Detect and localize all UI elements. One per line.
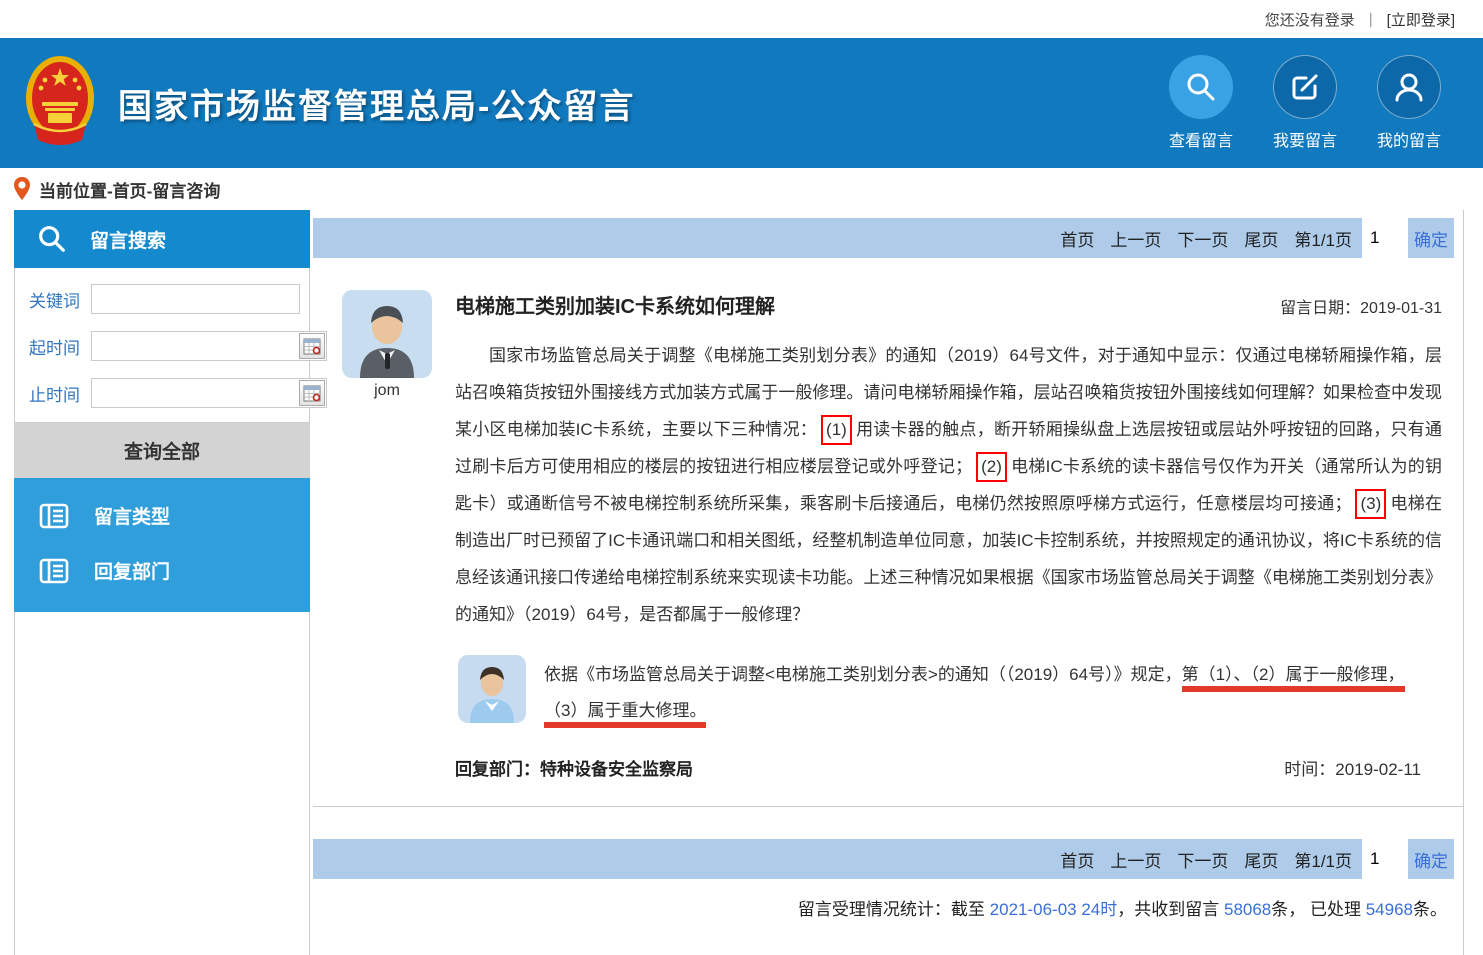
user-icon[interactable] <box>1377 55 1441 119</box>
text-segment: 条。 <box>1413 900 1447 919</box>
stat-value: 2021-06-03 24时 <box>990 900 1118 919</box>
author-column: jom <box>342 290 432 780</box>
page-number-input[interactable] <box>1362 839 1408 879</box>
confirm-page-button[interactable]: 确定 <box>1408 218 1454 258</box>
first-page-link[interactable]: 首页 <box>1060 847 1094 872</box>
last-page-link[interactable]: 尾页 <box>1244 847 1278 872</box>
sidebar-item-message-type[interactable]: 留言类型 <box>14 488 310 543</box>
search-icon[interactable] <box>1169 55 1233 119</box>
location-pin-icon <box>13 176 31 202</box>
site-header: 国家市场监督管理总局-公众留言 查看留言 我要留言 <box>0 38 1483 168</box>
prev-page-link[interactable]: 上一页 <box>1110 847 1161 872</box>
page-info: 第1/1页 <box>1294 847 1352 872</box>
topbar: 您还没有登录 | [立即登录] <box>0 0 1483 38</box>
reply-avatar <box>458 655 526 723</box>
start-time-row: 起时间 <box>29 331 295 361</box>
text-segment: 条， 已处理 <box>1271 900 1365 919</box>
pagination-bottom: 首页 上一页 下一页 尾页 第1/1页 确定 <box>313 839 1454 879</box>
write-icon[interactable] <box>1273 55 1337 119</box>
nav-label[interactable]: 我的留言 <box>1377 127 1441 151</box>
reply-meta-row: 回复部门：特种设备安全监察局 时间：2019-02-11 <box>455 755 1421 780</box>
pagination-links: 首页 上一页 下一页 尾页 第1/1页 <box>313 839 1362 879</box>
search-form: 关键词 起时间 <box>14 268 310 423</box>
pagination-links: 首页 上一页 下一页 尾页 第1/1页 <box>313 218 1362 258</box>
end-time-input[interactable] <box>92 380 299 406</box>
sidebar-menu: 留言类型 回复部门 <box>14 478 310 612</box>
page-title: 国家市场监督管理总局-公众留言 <box>118 79 635 128</box>
start-time-input-wrap <box>91 331 327 361</box>
confirm-page-button[interactable]: 确定 <box>1408 839 1454 879</box>
start-time-input[interactable] <box>92 333 299 359</box>
red-box-marker: (3) <box>1355 489 1386 519</box>
header-nav: 查看留言 我要留言 我的留言 <box>1169 55 1483 151</box>
keyword-input-wrap <box>91 284 300 314</box>
stats-line: 留言受理情况统计：截至 2021-06-03 24时，共收到留言 58068条，… <box>313 895 1463 920</box>
keyword-row: 关键词 <box>29 284 295 314</box>
sidebar-search-header: 留言搜索 <box>14 210 310 268</box>
end-time-row: 止时间 <box>29 378 295 408</box>
list-icon <box>38 500 70 532</box>
page-info: 第1/1页 <box>1294 226 1352 251</box>
next-page-link[interactable]: 下一页 <box>1177 847 1228 872</box>
message-date: 留言日期：2019-01-31 <box>1280 294 1442 318</box>
reply-dept: 回复部门：特种设备安全监察局 <box>455 755 693 780</box>
red-box-marker: (1) <box>821 415 852 445</box>
breadcrumb-text: 当前位置-首页-留言咨询 <box>39 177 220 202</box>
nav-post-message[interactable]: 我要留言 <box>1273 55 1337 151</box>
page-number-input[interactable] <box>1362 218 1408 258</box>
text-segment: ，共收到留言 <box>1117 900 1224 919</box>
start-time-label: 起时间 <box>29 334 91 359</box>
message-title: 电梯施工类别加装IC卡系统如何理解 <box>455 290 775 319</box>
login-status-text: 您还没有登录 <box>1265 9 1355 30</box>
topbar-divider: | <box>1369 11 1373 28</box>
search-icon <box>36 223 68 255</box>
text-segment: 电梯在制造出厂时已预留了IC卡通讯端口和相关图纸，经整机制造单位同意，加装IC卡… <box>455 494 1442 624</box>
nav-my-messages[interactable]: 我的留言 <box>1377 55 1441 151</box>
nav-label[interactable]: 我要留言 <box>1273 127 1337 151</box>
main-panel: 首页 上一页 下一页 尾页 第1/1页 确定 <box>313 210 1464 955</box>
sidebar-item-reply-dept[interactable]: 回复部门 <box>14 543 310 598</box>
breadcrumb: 当前位置-首页-留言咨询 <box>0 168 1483 210</box>
login-link[interactable]: [立即登录] <box>1387 9 1455 30</box>
reply-text: 依据《市场监管总局关于调整<电梯施工类别划分表>的通知（（2019）64号）》规… <box>544 655 1412 729</box>
end-time-label: 止时间 <box>29 381 91 406</box>
message-body: 国家市场监管总局关于调整《电梯施工类别划分表》的通知（2019）64号文件，对于… <box>455 337 1442 633</box>
nav-view-messages[interactable]: 查看留言 <box>1169 55 1233 151</box>
reply-time: 时间：2019-02-11 <box>1284 755 1421 780</box>
nav-label[interactable]: 查看留言 <box>1169 127 1233 151</box>
sidebar-empty-panel <box>14 612 310 955</box>
sidebar-search-title: 留言搜索 <box>90 226 166 253</box>
pagination-top: 首页 上一页 下一页 尾页 第1/1页 确定 <box>313 218 1454 258</box>
message-card: jom 电梯施工类别加装IC卡系统如何理解 留言日期：2019-01-31 国家… <box>313 258 1463 807</box>
text-segment: 留言受理情况统计：截至 <box>798 900 990 919</box>
list-icon <box>38 555 70 587</box>
query-all-button[interactable]: 查询全部 <box>14 423 310 478</box>
last-page-link[interactable]: 尾页 <box>1244 226 1278 251</box>
next-page-link[interactable]: 下一页 <box>1177 226 1228 251</box>
message-divider <box>313 806 1463 807</box>
author-name: jom <box>374 382 400 400</box>
prev-page-link[interactable]: 上一页 <box>1110 226 1161 251</box>
sidebar-item-label[interactable]: 留言类型 <box>94 502 170 529</box>
red-box-marker: (2) <box>976 452 1007 482</box>
keyword-label: 关键词 <box>29 287 91 312</box>
keyword-input[interactable] <box>92 286 299 312</box>
stat-value: 54968 <box>1366 900 1413 919</box>
first-page-link[interactable]: 首页 <box>1060 226 1094 251</box>
national-emblem-logo <box>24 54 96 153</box>
author-avatar <box>342 290 432 378</box>
reply-row: 依据《市场监管总局关于调整<电梯施工类别划分表>的通知（（2019）64号）》规… <box>455 655 1442 729</box>
stat-value: 58068 <box>1224 900 1271 919</box>
sidebar-item-label[interactable]: 回复部门 <box>94 557 170 584</box>
text-segment: 依据《市场监管总局关于调整<电梯施工类别划分表>的通知（（2019）64号）》规… <box>544 665 1182 684</box>
sidebar: 留言搜索 关键词 起时间 <box>14 210 310 955</box>
end-time-input-wrap <box>91 378 327 408</box>
content-area: 留言搜索 关键词 起时间 <box>0 210 1483 955</box>
